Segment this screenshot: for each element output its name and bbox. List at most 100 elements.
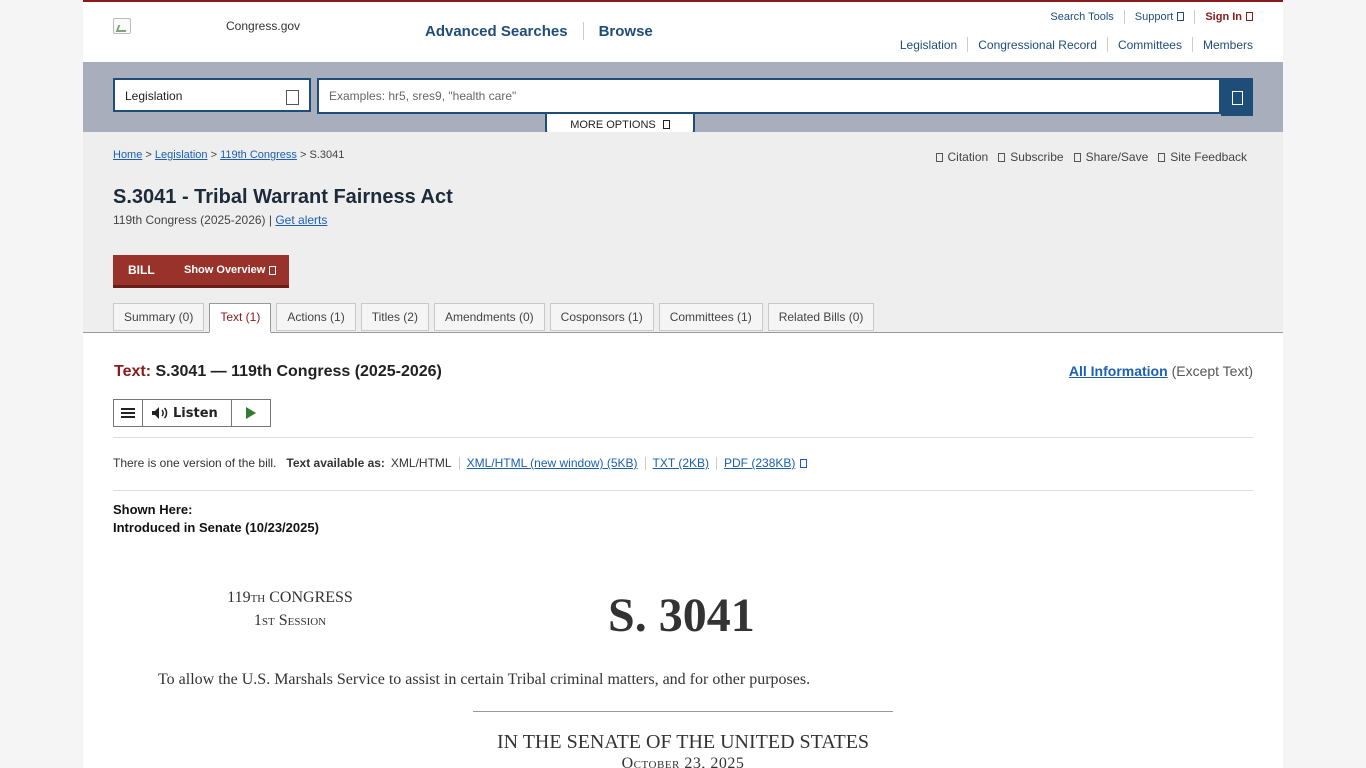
bill-type-label: BILL	[128, 263, 155, 277]
show-overview-label: Show Overview	[184, 264, 266, 276]
shown-here-label: Shown Here:	[113, 502, 193, 517]
breadcrumb-separator: >	[299, 149, 307, 161]
search-scope-select[interactable]: Legislation	[113, 78, 311, 112]
chamber-heading: IN THE SENATE OF THE UNITED STATES	[496, 731, 870, 753]
tab-committees[interactable]: Committees (1)	[658, 303, 763, 331]
site-nav: Legislation Congressional Record Committ…	[900, 37, 1253, 52]
format-txt-link[interactable]: TXT (2KB)	[653, 456, 709, 470]
show-overview-button[interactable]: Show Overview	[184, 264, 277, 276]
format-divider	[458, 456, 460, 470]
listen-player: Listen	[113, 399, 271, 427]
tab-summary[interactable]: Summary (0)	[113, 303, 205, 331]
nav-browse[interactable]: Browse	[599, 23, 653, 40]
subscribe-icon	[998, 152, 1006, 162]
dropdown-icon	[286, 90, 299, 105]
document-divider	[473, 711, 893, 712]
bill-subtitle: 119th Congress (2025-2026) | Get alerts	[113, 213, 327, 227]
get-alerts-link[interactable]: Get alerts	[275, 213, 327, 227]
congress-session: 119TH CONGRESS 1ST Session	[225, 587, 355, 633]
bill-tabs: Summary (0) Text (1) Actions (1) Titles …	[113, 303, 879, 333]
top-accent-line	[83, 0, 1283, 2]
nav-committees[interactable]: Committees	[1118, 38, 1182, 52]
citation-button[interactable]: Citation	[935, 150, 989, 164]
chevron-down-icon	[1246, 12, 1253, 21]
breadcrumb-separator: >	[145, 149, 152, 161]
page: Congress.gov Advanced Searches Browse Se…	[83, 0, 1283, 768]
text-heading: Text: S.3041 — 119th Congress (2025-2026…	[114, 363, 442, 381]
format-pdf-link[interactable]: PDF (238KB)	[724, 456, 795, 470]
tab-actions[interactable]: Actions (1)	[276, 303, 356, 331]
available-as-label: Text available as:	[286, 456, 385, 470]
document-date: October 23, 2025	[621, 755, 745, 768]
pdf-icon	[800, 458, 808, 468]
nav-legislation[interactable]: Legislation	[900, 38, 957, 52]
format-xml-new-window-link[interactable]: XML/HTML (new window) (5KB)	[467, 456, 638, 470]
bill-number: S. 3041	[608, 589, 755, 642]
citation-label: Citation	[947, 150, 989, 164]
bill-purpose: To allow the U.S. Marshals Service to as…	[158, 671, 811, 688]
except-text-note: (Except Text)	[1171, 363, 1253, 379]
breadcrumb-separator: >	[210, 149, 217, 161]
util-divider	[1194, 10, 1196, 24]
congress-years: 119th Congress (2025-2026) |	[113, 213, 272, 227]
nav-advanced-searches[interactable]: Advanced Searches	[425, 23, 568, 40]
search-scope-value: Legislation	[125, 89, 183, 103]
share-icon	[1073, 152, 1081, 162]
tab-related-bills[interactable]: Related Bills (0)	[767, 303, 875, 331]
all-information-link[interactable]: All Information	[1069, 363, 1168, 379]
broken-image-icon	[113, 18, 131, 34]
versions-note: There is one version of the bill.	[113, 456, 277, 470]
search-tools-link[interactable]: Search Tools	[1050, 11, 1113, 23]
share-save-button[interactable]: Share/Save	[1073, 150, 1148, 164]
session-line: 1ST Session	[253, 612, 327, 629]
more-options-label: MORE OPTIONS	[570, 119, 656, 131]
shown-here: Shown Here: Introduced in Senate (10/23/…	[113, 501, 319, 537]
breadcrumb-congress[interactable]: 119th Congress	[220, 149, 297, 161]
site-feedback-button[interactable]: Site Feedback	[1158, 150, 1247, 164]
play-icon	[246, 407, 256, 419]
bill-overview-bar: BILL Show Overview	[113, 255, 289, 288]
tab-text[interactable]: Text (1)	[209, 303, 272, 333]
player-menu-button[interactable]	[114, 400, 143, 426]
text-heading-label: Text:	[114, 363, 152, 380]
page-tools: Citation Subscribe Share/Save Site Feedb…	[926, 150, 1247, 164]
utility-nav: Search Tools Support Sign In	[1050, 10, 1253, 24]
all-information: All Information (Except Text)	[1069, 363, 1253, 379]
bill-header: Home > Legislation > 119th Congress > S.…	[83, 132, 1283, 333]
search-input[interactable]	[317, 78, 1221, 114]
nav-members[interactable]: Members	[1203, 38, 1253, 52]
tab-cosponsors[interactable]: Cosponsors (1)	[549, 303, 654, 331]
speaker-icon	[152, 407, 168, 419]
search-band: Legislation MORE OPTIONS	[83, 62, 1283, 138]
feedback-icon	[1158, 152, 1166, 162]
sign-in-link[interactable]: Sign In	[1205, 11, 1253, 23]
chevron-down-icon	[662, 120, 670, 129]
search-button[interactable]	[1221, 78, 1253, 116]
breadcrumb-legislation[interactable]: Legislation	[155, 149, 208, 161]
listen-button[interactable]: Listen	[143, 400, 232, 426]
divider	[113, 490, 1253, 491]
subscribe-button[interactable]: Subscribe	[998, 150, 1064, 164]
util-divider	[1123, 10, 1125, 24]
sign-in-label: Sign In	[1205, 11, 1242, 23]
search-icon	[1232, 91, 1243, 105]
play-button[interactable]	[232, 400, 270, 426]
divider	[113, 437, 1253, 438]
logo-text: Congress.gov	[226, 19, 301, 33]
nav-divider	[1191, 37, 1193, 52]
tab-amendments[interactable]: Amendments (0)	[433, 303, 545, 331]
support-link[interactable]: Support	[1135, 11, 1185, 23]
breadcrumb-home[interactable]: Home	[113, 149, 142, 161]
nav-congressional-record[interactable]: Congressional Record	[978, 38, 1097, 52]
tab-titles[interactable]: Titles (2)	[360, 303, 429, 331]
site-logo[interactable]: Congress.gov	[113, 18, 300, 34]
format-divider	[644, 456, 646, 470]
site-feedback-label: Site Feedback	[1170, 150, 1247, 164]
subscribe-label: Subscribe	[1010, 150, 1064, 164]
breadcrumb-current: S.3041	[309, 149, 345, 161]
main-nav: Advanced Searches Browse	[425, 22, 653, 40]
format-divider	[716, 456, 718, 470]
breadcrumb: Home > Legislation > 119th Congress > S.…	[113, 149, 344, 161]
nav-divider	[1106, 37, 1108, 52]
text-formats: There is one version of the bill. Text a…	[113, 456, 808, 470]
